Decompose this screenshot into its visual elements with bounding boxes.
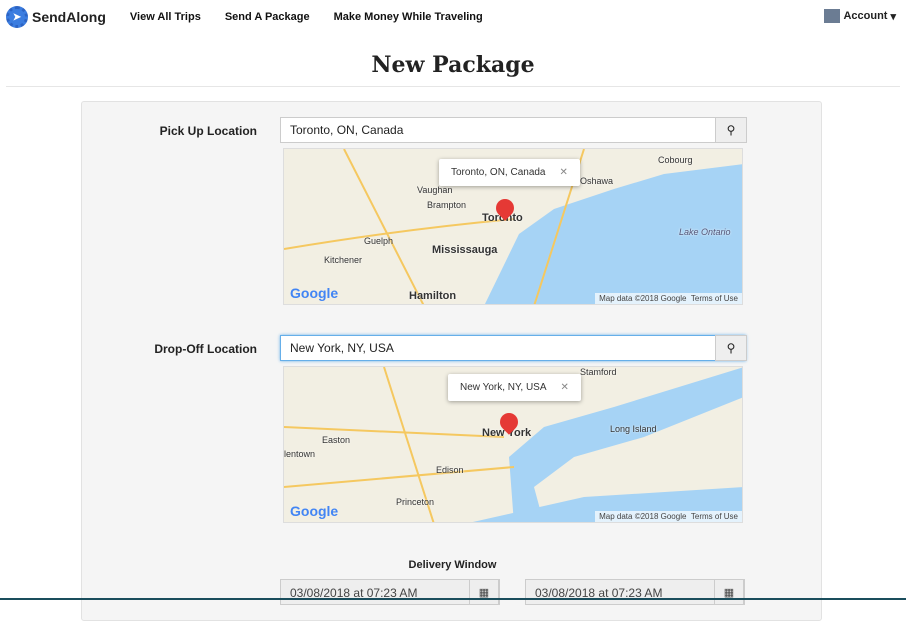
terms-link[interactable]: Terms of Use [691, 294, 738, 303]
google-logo: Google [290, 285, 339, 301]
nav-make-money[interactable]: Make Money While Traveling [334, 11, 483, 23]
dropoff-label: Drop-Off Location [154, 342, 257, 356]
map-label: Cobourg [658, 155, 693, 165]
map-label: Oshawa [580, 176, 614, 186]
map-marker-icon[interactable]: ⚲ [715, 117, 747, 143]
delivery-start-input[interactable]: 03/08/2018 at 07:23 AM ▦ [280, 579, 500, 605]
delivery-end-input[interactable]: 03/08/2018 at 07:23 AM ▦ [525, 579, 745, 605]
info-text: New York, NY, USA [460, 382, 547, 393]
attribution-text: Map data ©2018 Google [599, 294, 687, 303]
nav-send-package[interactable]: Send A Package [225, 11, 310, 23]
dropoff-map[interactable]: New York Stamford Long Island Easton Edi… [283, 366, 743, 523]
map-label: Brampton [427, 200, 467, 210]
pickup-map[interactable]: Vaughan Brampton Toronto Mississauga Gue… [283, 148, 743, 305]
map-label: Hamilton [409, 290, 457, 302]
attribution-text: Map data ©2018 Google [599, 512, 687, 521]
pickup-input[interactable]: Toronto, ON, Canada [280, 117, 746, 143]
map-marker-icon[interactable]: ⚲ [715, 335, 747, 361]
map-label: Kitchener [324, 255, 363, 265]
avatar [824, 9, 841, 23]
brand-logo[interactable]: ➤ SendAlong [6, 6, 106, 28]
google-logo: Google [290, 503, 339, 519]
calendar-icon[interactable]: ▦ [714, 579, 744, 605]
map-attribution: Map data ©2018 Google Terms of Use [595, 293, 742, 304]
info-window: Toronto, ON, Canada ✕ [439, 159, 580, 186]
close-icon[interactable]: ✕ [561, 382, 569, 393]
map-label: Easton [322, 435, 351, 445]
send-gear-icon: ➤ [6, 6, 28, 28]
brand-name: SendAlong [32, 9, 106, 25]
map-label: Princeton [396, 497, 435, 507]
info-text: Toronto, ON, Canada [451, 167, 546, 178]
map-label: Vaughan [417, 185, 453, 195]
pickup-label: Pick Up Location [159, 124, 257, 138]
map-label: lentown [284, 449, 316, 459]
page-title: New Package [6, 52, 900, 87]
package-form: Pick Up Location Toronto, ON, Canada ⚲ V… [81, 101, 822, 621]
map-label: Edison [436, 465, 464, 475]
caret-down-icon: ▾ [890, 10, 896, 23]
map-label: Lake Ontario [679, 227, 731, 237]
delivery-window-label: Delivery Window [408, 559, 497, 571]
map-label: Guelph [364, 236, 394, 246]
account-label: Account [843, 10, 888, 22]
navbar: ➤ SendAlong View All Trips Send A Package… [0, 0, 906, 34]
map-label: Long Island [610, 424, 657, 434]
nav-view-all-trips[interactable]: View All Trips [130, 11, 201, 23]
terms-link[interactable]: Terms of Use [691, 512, 738, 521]
calendar-icon[interactable]: ▦ [469, 579, 499, 605]
map-attribution: Map data ©2018 Google Terms of Use [595, 511, 742, 522]
info-window: New York, NY, USA ✕ [448, 374, 581, 401]
dropoff-input[interactable]: New York, NY, USA [280, 335, 746, 361]
account-menu[interactable]: Account ▾ [824, 9, 896, 23]
map-label: Stamford [580, 367, 617, 377]
close-icon[interactable]: ✕ [560, 167, 568, 178]
map-label: Mississauga [432, 244, 498, 256]
